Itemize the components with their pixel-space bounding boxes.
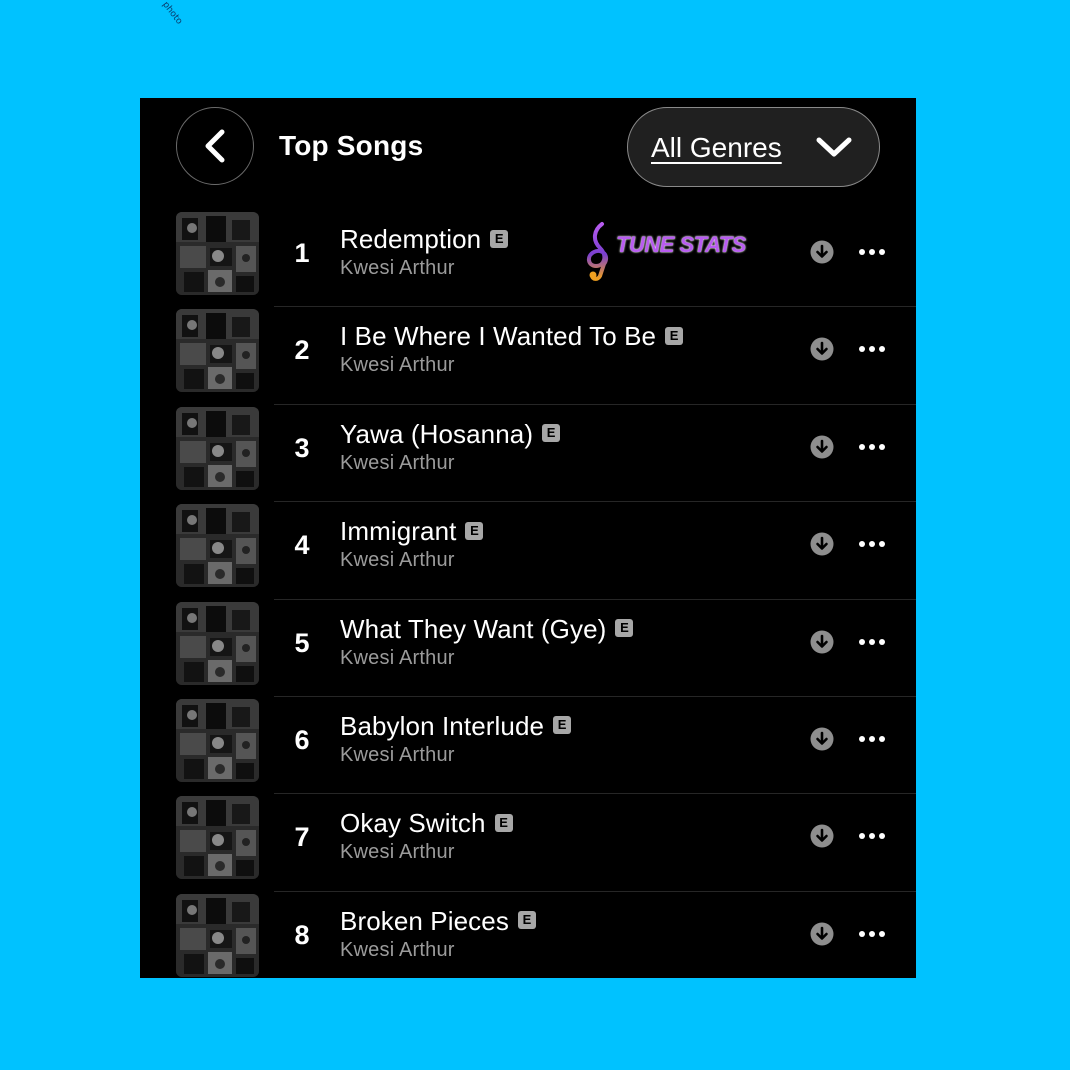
song-rank: 2 bbox=[294, 335, 310, 366]
album-artwork bbox=[176, 212, 259, 295]
treble-clef-icon bbox=[580, 220, 620, 287]
song-title: Immigrant bbox=[340, 516, 457, 547]
explicit-badge: E bbox=[542, 424, 561, 443]
song-title-line: Broken Pieces E bbox=[340, 906, 536, 937]
more-options-icon[interactable] bbox=[858, 630, 886, 654]
song-row[interactable]: 5 What They Want (Gye) E Kwesi Arthur bbox=[140, 600, 916, 697]
explicit-badge: E bbox=[465, 521, 484, 540]
explicit-badge: E bbox=[517, 911, 536, 930]
more-options-icon[interactable] bbox=[858, 435, 886, 459]
explicit-badge: E bbox=[665, 326, 684, 345]
download-icon[interactable] bbox=[810, 630, 834, 654]
song-rank: 1 bbox=[294, 238, 310, 268]
song-rank: 7 bbox=[294, 822, 310, 853]
artist-name: Kwesi Arthur bbox=[340, 938, 455, 961]
more-options-icon[interactable] bbox=[858, 727, 886, 751]
download-icon[interactable] bbox=[810, 532, 834, 556]
song-title-line: Babylon Interlude E bbox=[340, 710, 572, 742]
more-options-icon[interactable] bbox=[858, 922, 886, 946]
song-row[interactable]: 4 Immigrant E Kwesi Arthur bbox=[140, 502, 916, 600]
top-songs-panel: Top Songs All Genres 1 Redemption E Kwes… bbox=[140, 98, 916, 978]
download-icon[interactable] bbox=[810, 435, 834, 459]
download-icon[interactable] bbox=[810, 824, 834, 848]
explicit-badge: E bbox=[553, 716, 572, 735]
song-row[interactable]: 6 Babylon Interlude E Kwesi Arthur bbox=[140, 697, 916, 795]
song-list: 1 Redemption E Kwesi Arthur 2 I Be Where… bbox=[140, 210, 916, 978]
song-rank: 3 bbox=[294, 432, 310, 463]
album-artwork bbox=[176, 796, 259, 880]
more-options-icon[interactable] bbox=[858, 240, 886, 264]
song-title: Okay Switch bbox=[340, 808, 486, 839]
more-options-icon[interactable] bbox=[858, 337, 886, 361]
song-row[interactable]: 2 I Be Where I Wanted To Be E Kwesi Arth… bbox=[140, 307, 916, 405]
album-artwork bbox=[176, 601, 259, 685]
song-title-line: Redemption E bbox=[340, 224, 509, 255]
artist-name: Kwesi Arthur bbox=[340, 743, 455, 766]
album-artwork bbox=[176, 893, 259, 977]
watermark-text: TUNE STATS bbox=[616, 232, 746, 257]
artist-name: Kwesi Arthur bbox=[340, 354, 455, 377]
genre-filter-label: All Genres bbox=[651, 132, 782, 163]
song-title-line: Immigrant E bbox=[340, 516, 484, 547]
artist-name: Kwesi Arthur bbox=[340, 257, 455, 279]
song-rank: 6 bbox=[294, 724, 310, 755]
header: Top Songs All Genres bbox=[140, 98, 916, 210]
song-title: Redemption bbox=[340, 224, 482, 254]
explicit-badge: E bbox=[615, 619, 634, 638]
more-options-icon[interactable] bbox=[858, 824, 886, 848]
song-title-line: Okay Switch E bbox=[340, 808, 513, 839]
song-row[interactable]: 3 Yawa (Hosanna) E Kwesi Arthur bbox=[140, 405, 916, 503]
corner-watermark-text: photo bbox=[160, 0, 184, 27]
album-artwork bbox=[176, 309, 259, 393]
song-title: Yawa (Hosanna) bbox=[340, 418, 534, 449]
song-rank: 4 bbox=[294, 530, 310, 561]
song-rank: 8 bbox=[294, 919, 310, 950]
song-title: I Be Where I Wanted To Be bbox=[340, 321, 657, 352]
genre-filter-button[interactable]: All Genres bbox=[627, 107, 880, 187]
artist-name: Kwesi Arthur bbox=[340, 451, 455, 474]
album-artwork bbox=[176, 698, 259, 782]
download-icon[interactable] bbox=[810, 240, 834, 264]
artist-name: Kwesi Arthur bbox=[340, 841, 455, 864]
artist-name: Kwesi Arthur bbox=[340, 549, 455, 572]
song-title: Babylon Interlude bbox=[340, 710, 545, 741]
download-icon[interactable] bbox=[810, 922, 834, 946]
song-rank: 5 bbox=[294, 627, 310, 658]
explicit-badge: E bbox=[494, 813, 513, 832]
page-title: Top Songs bbox=[279, 130, 424, 161]
back-button[interactable] bbox=[176, 107, 254, 185]
chevron-left-icon bbox=[202, 128, 228, 164]
song-title-line: Yawa (Hosanna) E bbox=[340, 418, 561, 450]
song-row[interactable]: 1 Redemption E Kwesi Arthur bbox=[140, 210, 916, 308]
chevron-down-icon bbox=[815, 135, 853, 164]
song-title: What They Want (Gye) bbox=[340, 613, 607, 644]
artist-name: Kwesi Arthur bbox=[340, 646, 455, 669]
download-icon[interactable] bbox=[810, 727, 834, 751]
song-title: Broken Pieces bbox=[340, 905, 509, 936]
album-artwork bbox=[176, 406, 259, 490]
tune-stats-watermark: TUNE STATS bbox=[580, 220, 760, 284]
more-options-icon[interactable] bbox=[858, 532, 886, 556]
album-artwork bbox=[176, 504, 259, 588]
song-title-line: I Be Where I Wanted To Be E bbox=[340, 321, 684, 352]
song-row[interactable]: 7 Okay Switch E Kwesi Arthur bbox=[140, 794, 916, 892]
song-row[interactable]: 8 Broken Pieces E Kwesi Arthur bbox=[140, 892, 916, 978]
song-title-line: What They Want (Gye) E bbox=[340, 613, 634, 645]
explicit-badge: E bbox=[490, 229, 509, 248]
download-icon[interactable] bbox=[810, 337, 834, 361]
